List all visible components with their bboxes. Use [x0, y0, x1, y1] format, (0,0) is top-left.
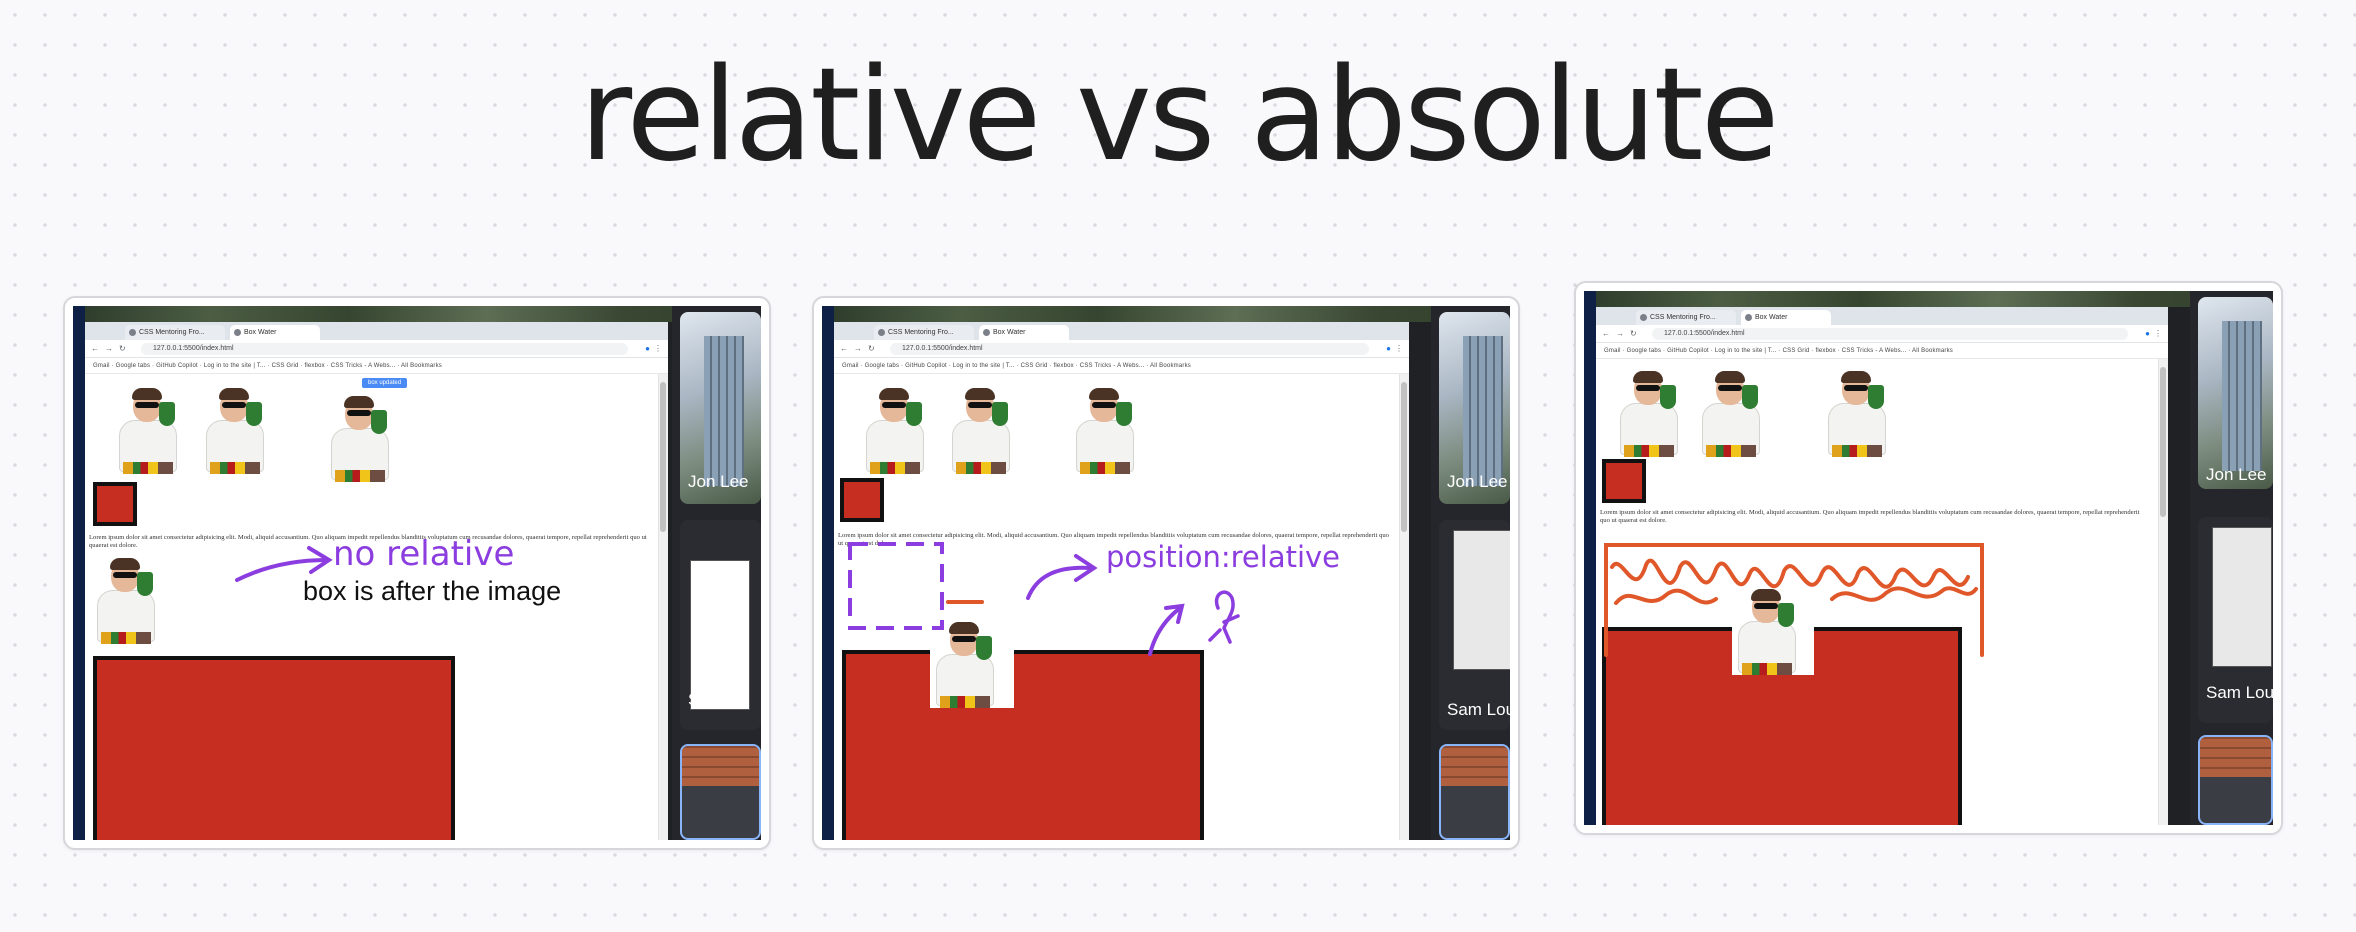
screenshot-card-no-relative: CSS Mentoring Fro... Box Water ← → ↻ 127…: [63, 296, 771, 850]
no-relative-annotation: no relative: [333, 534, 515, 574]
annotation-drawing: [848, 542, 1240, 656]
position-relative-annotation: position:relative: [1106, 540, 1341, 574]
annotation-arrow: [235, 546, 333, 582]
slide-title: relative vs absolute: [579, 41, 1780, 190]
screenshot-card-position-relative: CSS Mentoring Fro... Box Water ← → ↻ 127…: [812, 296, 1520, 850]
scribble-annotation: [1604, 543, 1984, 657]
screenshot-card-absolute: CSS Mentoring Fro... Box Water ← → ↻ 127…: [1574, 281, 2283, 835]
